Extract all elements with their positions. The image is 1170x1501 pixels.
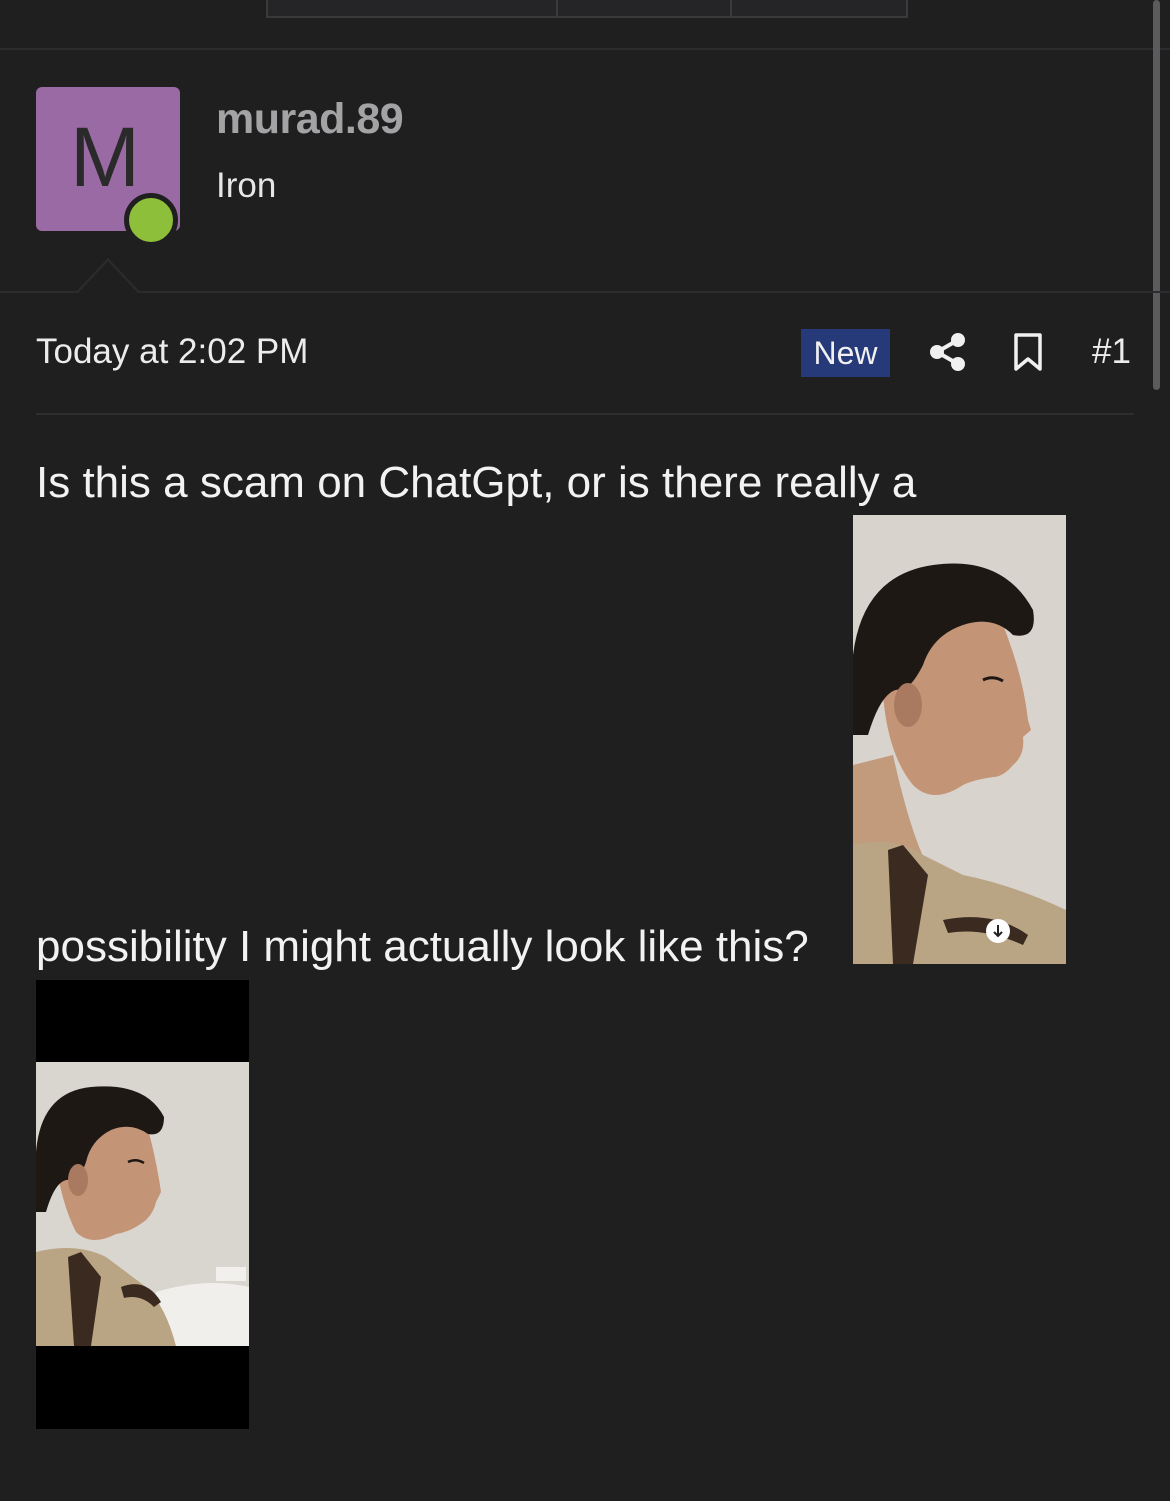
attached-photo-profile[interactable] xyxy=(853,515,1066,964)
post-author-header: M murad.89 Iron xyxy=(0,50,1170,293)
post-timestamp[interactable]: Today at 2:02 PM xyxy=(36,332,308,372)
pagination-tab[interactable] xyxy=(732,0,906,16)
share-icon[interactable] xyxy=(929,332,967,372)
online-status-indicator xyxy=(124,193,178,247)
attached-photo-original[interactable] xyxy=(36,980,249,1429)
new-badge: New xyxy=(801,329,890,377)
post-permalink-number[interactable]: #1 xyxy=(1092,332,1131,372)
header-pointer-fill xyxy=(78,261,138,293)
bookmark-icon[interactable] xyxy=(1013,332,1043,372)
username[interactable]: murad.89 xyxy=(216,95,404,144)
avatar-letter: M xyxy=(70,110,140,204)
pagination-tab[interactable] xyxy=(558,0,732,16)
post-text-line: possibility I might actually look like t… xyxy=(36,922,809,971)
pagination-strip xyxy=(0,0,1170,50)
user-rank-title: Iron xyxy=(216,166,277,205)
download-icon[interactable] xyxy=(985,918,1011,944)
forum-post-page: M murad.89 Iron Today at 2:02 PM New #1 … xyxy=(0,0,1170,1501)
post-text-line: Is this a scam on ChatGpt, or is there r… xyxy=(36,458,917,507)
post-meta-row: Today at 2:02 PM New #1 xyxy=(36,322,1134,382)
pagination-tabs xyxy=(266,0,908,18)
meta-divider xyxy=(36,413,1134,415)
pagination-tab[interactable] xyxy=(268,0,558,16)
photo-content xyxy=(36,1062,249,1346)
